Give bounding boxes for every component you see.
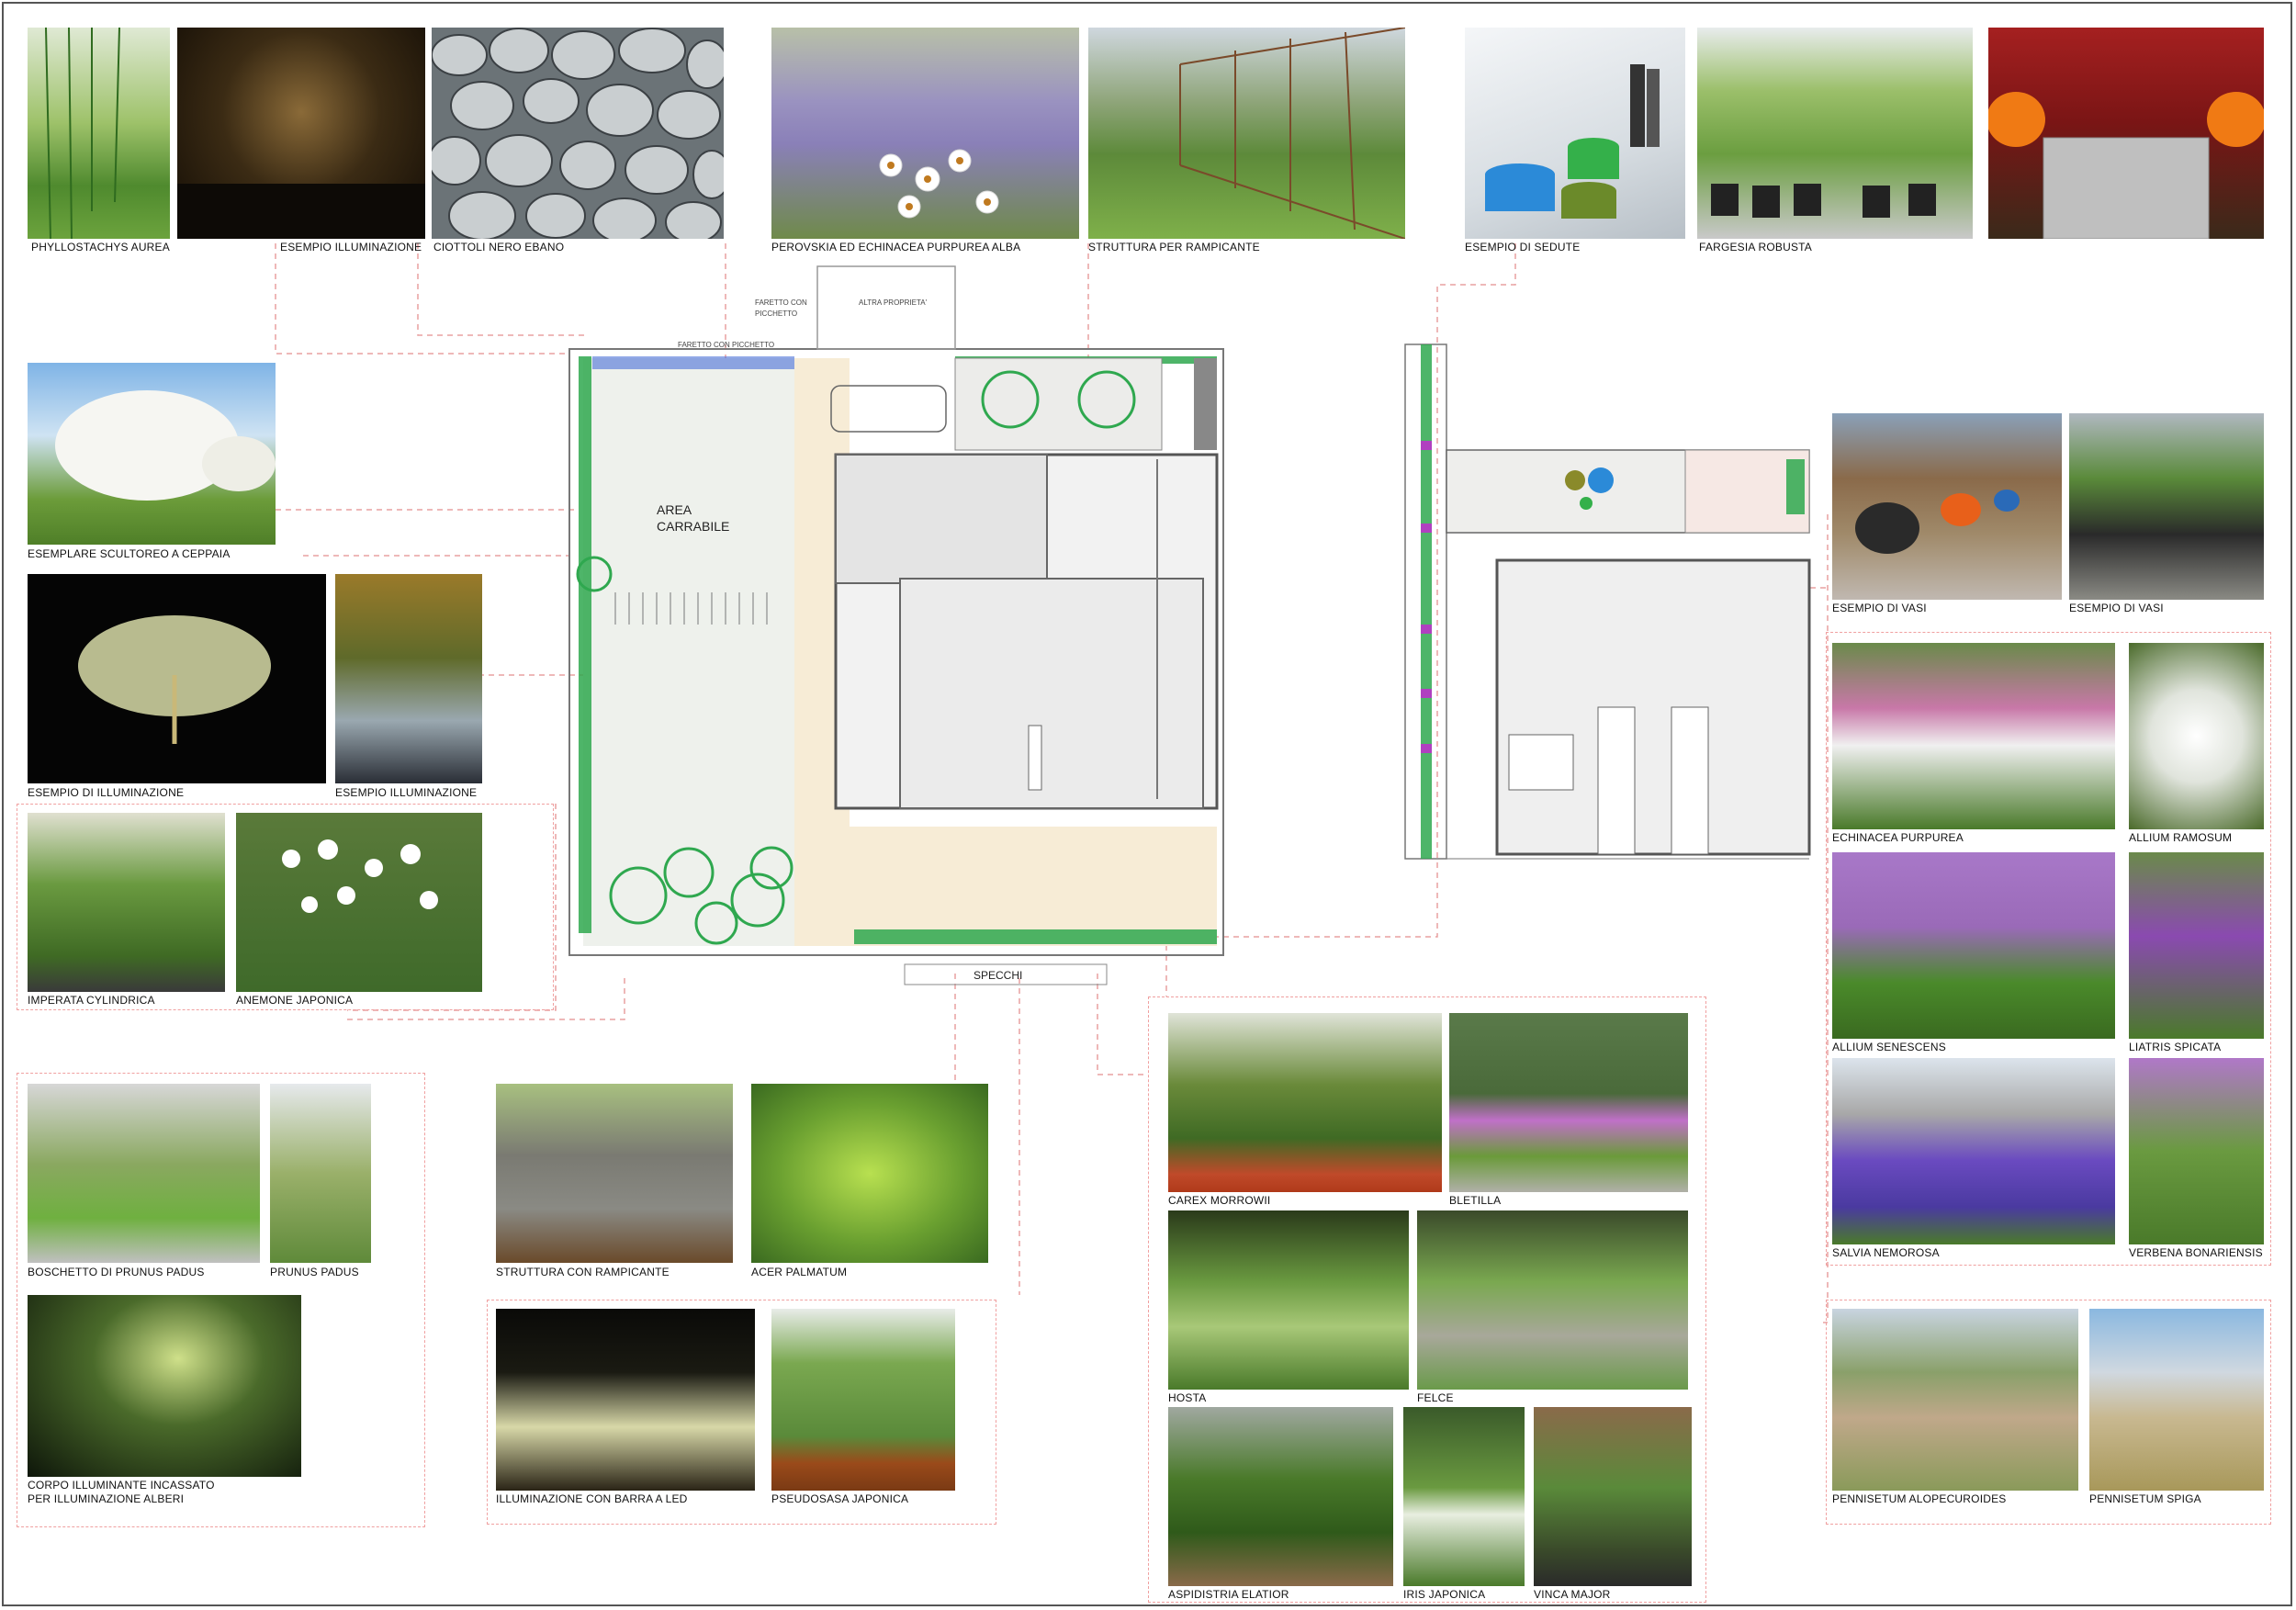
caption-iris: IRIS JAPONICA: [1403, 1588, 1486, 1601]
ground-floor-plan: ALTRA PROPRIETA' FARETTO CON PICCHETTO A…: [568, 265, 1224, 985]
caption-vasi-2: ESEMPIO DI VASI: [2069, 602, 2164, 614]
photo-illuminazione-notte: [28, 574, 326, 783]
caption-carex: CAREX MORROWII: [1168, 1194, 1271, 1207]
caption-salvia: SALVIA NEMOROSA: [1832, 1246, 1940, 1259]
caption-allium-senescens: ALLIUM SENESCENS: [1832, 1041, 1946, 1053]
photo-ciottoli: [432, 28, 724, 239]
photo-felce: [1417, 1210, 1688, 1390]
caption-felce: FELCE: [1417, 1391, 1454, 1404]
caption-corpo-illuminante-2: PER ILLUMINAZIONE ALBERI: [28, 1492, 185, 1505]
caption-prunus: PRUNUS PADUS: [270, 1266, 359, 1278]
caption-pennisetum-alopecuroides: PENNISETUM ALOPECUROIDES: [1832, 1492, 2007, 1505]
photo-allium-senescens: [1832, 852, 2115, 1039]
photo-vinca: [1534, 1407, 1692, 1586]
photo-vasi-2: [2069, 413, 2264, 600]
photo-sedute: [1465, 28, 1685, 239]
caption-phyllostachys: PHYLLOSTACHYS AUREA: [31, 241, 170, 253]
caption-liatris: LIATRIS SPICATA: [2129, 1041, 2222, 1053]
photo-struttura-rampicante: [1088, 28, 1405, 239]
photo-led: [496, 1309, 755, 1491]
caption-fargesia: FARGESIA ROBUSTA: [1699, 241, 1813, 253]
photo-iris: [1403, 1407, 1525, 1586]
photo-hosta: [1168, 1210, 1409, 1390]
caption-sedute: ESEMPIO DI SEDUTE: [1465, 241, 1581, 253]
plan-faretto-top-2: PICCHETTO: [755, 310, 797, 318]
photo-bletilla: [1449, 1013, 1688, 1192]
caption-struttura-con-rampicante: STRUTTURA CON RAMPICANTE: [496, 1266, 670, 1278]
caption-echinacea: ECHINACEA PURPUREA: [1832, 831, 1964, 844]
photo-fargesia: [1697, 28, 1973, 239]
caption-pseudosasa: PSEUDOSASA JAPONICA: [771, 1492, 909, 1505]
photo-pennisetum-spiga: [2089, 1309, 2264, 1491]
photo-carex: [1168, 1013, 1442, 1192]
photo-prunus: [270, 1084, 371, 1263]
upper-floor-plan: [1404, 343, 1811, 860]
caption-illuminazione-2: ESEMPIO ILLUMINAZIONE: [335, 786, 478, 799]
hedge-left: [579, 356, 591, 933]
photo-allium-ramosum: [2129, 643, 2264, 829]
caption-verbena: VERBENA BONARIENSIS: [2129, 1246, 2263, 1259]
caption-acer: ACER PALMATUM: [751, 1266, 848, 1278]
photo-vasi-1: [1832, 413, 2062, 600]
caption-boschetto: BOSCHETTO DI PRUNUS PADUS: [28, 1266, 205, 1278]
caption-allium-ramosum: ALLIUM RAMOSUM: [2129, 831, 2233, 844]
caption-led: ILLUMINAZIONE CON BARRA A LED: [496, 1492, 688, 1505]
photo-pseudosasa: [771, 1309, 955, 1491]
caption-vinca: VINCA MAJOR: [1534, 1588, 1611, 1601]
caption-pennisetum-spiga: PENNISETUM SPIGA: [2089, 1492, 2201, 1505]
caption-vasi-1: ESEMPIO DI VASI: [1832, 602, 1927, 614]
plan-area-line2: CARRABILE: [657, 519, 729, 534]
photo-liatris: [2129, 852, 2264, 1039]
photo-verbena: [2129, 1058, 2264, 1244]
photo-perovskia: [771, 28, 1079, 239]
upper-building-footprint: [1495, 558, 1811, 856]
hedge-bottom: [854, 929, 1217, 944]
photo-anemone: [236, 813, 482, 992]
photo-vasi-arancioni: [1988, 28, 2264, 239]
photo-pennisetum-alopecuroides: [1832, 1309, 2078, 1491]
plan-area-line1: AREA: [657, 502, 692, 517]
photo-boschetto: [28, 1084, 260, 1263]
caption-corpo-illuminante: CORPO ILLUMINANTE INCASSATO: [28, 1479, 215, 1492]
photo-echinacea: [1832, 643, 2115, 829]
caption-esemplare: ESEMPLARE SCULTOREO A CEPPAIA: [28, 547, 231, 560]
caption-hosta: HOSTA: [1168, 1391, 1207, 1404]
caption-anemone: ANEMONE JAPONICA: [236, 994, 354, 1007]
photo-aspidistria: [1168, 1407, 1393, 1586]
plan-specchi: SPECCHI: [974, 969, 1022, 982]
photo-salvia: [1832, 1058, 2115, 1244]
photo-struttura-con-rampicante: [496, 1084, 733, 1263]
photo-illuminazione-1: [177, 28, 425, 239]
photo-corpo-illuminante: [28, 1295, 301, 1477]
caption-ciottoli: CIOTTOLI NERO EBANO: [433, 241, 565, 253]
plan-altra-proprieta: ALTRA PROPRIETA': [859, 298, 928, 307]
photo-esemplare: [28, 363, 276, 545]
photo-illuminazione-2: [335, 574, 482, 783]
caption-bletilla: BLETILLA: [1449, 1194, 1502, 1207]
photo-imperata: [28, 813, 225, 992]
caption-aspidistria: ASPIDISTRIA ELATIOR: [1168, 1588, 1289, 1601]
caption-illuminazione-notte: ESEMPIO DI ILLUMINAZIONE: [28, 786, 185, 799]
caption-imperata: IMPERATA CYLINDRICA: [28, 994, 155, 1007]
photo-phyllostachys: [28, 28, 170, 239]
caption-illuminazione-1: ESEMPIO ILLUMINAZIONE: [280, 241, 422, 253]
plan-faretto-top-1: FARETTO CON: [755, 298, 807, 307]
photo-acer: [751, 1084, 988, 1263]
plan-faretto-left: FARETTO CON PICCHETTO: [678, 341, 774, 349]
